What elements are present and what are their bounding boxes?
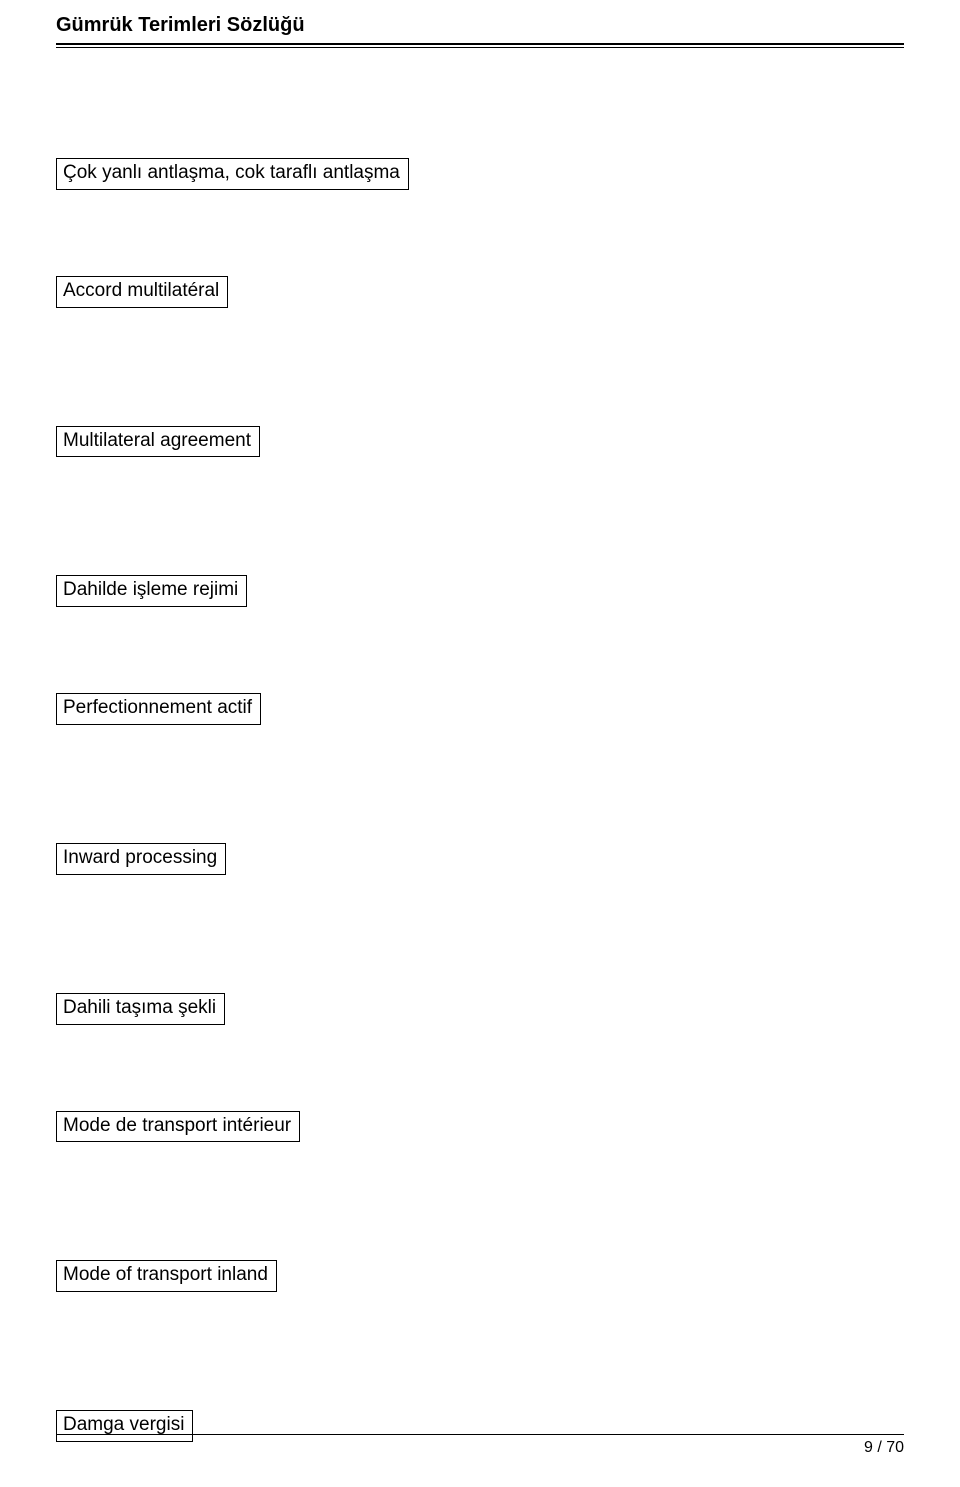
- glossary-term: Çok yanlı antlaşma, cok taraflı antlaşma: [56, 158, 409, 190]
- glossary-term: Mode of transport inland: [56, 1260, 277, 1292]
- term-row: Accord multilatéral: [56, 276, 904, 308]
- page-number: 9 / 70: [56, 1439, 904, 1457]
- glossary-term: Perfectionnement actif: [56, 693, 261, 725]
- glossary-term: Mode de transport intérieur: [56, 1111, 300, 1143]
- page-title: Gümrük Terimleri Sözlüğü: [56, 14, 904, 37]
- glossary-term: Dahili taşıma şekli: [56, 993, 225, 1025]
- term-row: Çok yanlı antlaşma, cok taraflı antlaşma: [56, 158, 904, 190]
- header-rule-thick: [56, 43, 904, 45]
- term-row: Dahili taşıma şekli: [56, 993, 904, 1025]
- term-row: Mode de transport intérieur: [56, 1111, 904, 1143]
- term-row: Dahilde işleme rejimi: [56, 575, 904, 607]
- glossary-term: Dahilde işleme rejimi: [56, 575, 247, 607]
- term-row: Inward processing: [56, 843, 904, 875]
- footer-rule: [56, 1434, 904, 1435]
- footer: 9 / 70: [56, 1434, 904, 1457]
- term-row: Mode of transport inland: [56, 1260, 904, 1292]
- glossary-term: Multilateral agreement: [56, 426, 260, 458]
- term-row: Multilateral agreement: [56, 426, 904, 458]
- glossary-term: Inward processing: [56, 843, 226, 875]
- term-row: Perfectionnement actif: [56, 693, 904, 725]
- page: Gümrük Terimleri Sözlüğü Çok yanlı antla…: [0, 0, 960, 1487]
- content: Çok yanlı antlaşma, cok taraflı antlaşma…: [56, 48, 904, 1442]
- glossary-term: Accord multilatéral: [56, 276, 228, 308]
